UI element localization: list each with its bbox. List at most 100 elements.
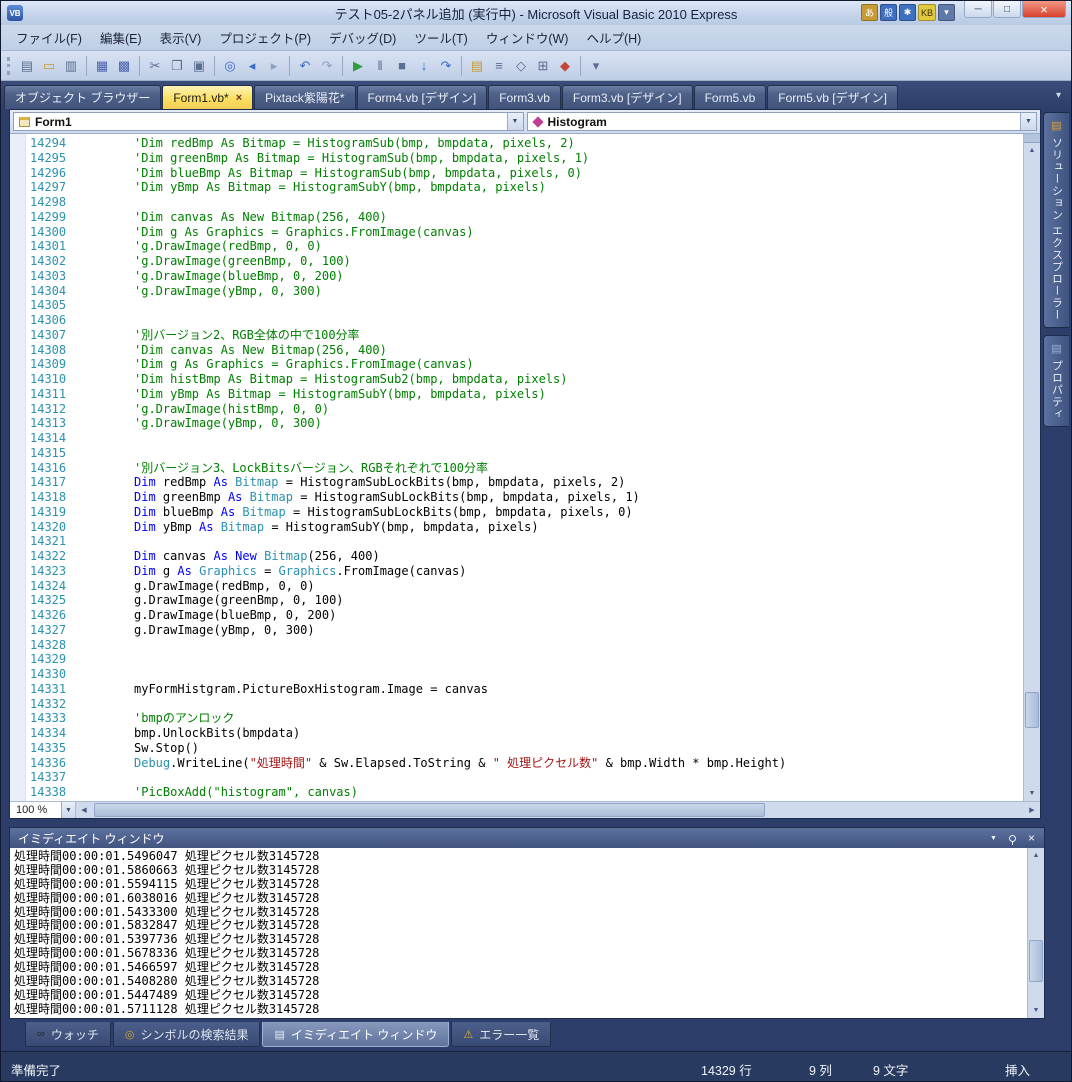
code-line[interactable]: Dim yBmp As Bitmap = HistogramSubY(bmp, … [134,520,1023,535]
object-browser-icon[interactable]: ◇ [510,55,532,77]
toolbar-grip[interactable] [7,56,10,75]
chevron-down-icon[interactable] [506,113,523,130]
document-tab[interactable]: Pixtack紫陽花* [254,85,356,109]
find-icon[interactable]: ◎ [219,55,241,77]
copy-icon[interactable]: ❐ [166,55,188,77]
document-tab[interactable]: Form4.vb [デザイン] [356,85,488,109]
pin-icon[interactable] [1004,831,1021,846]
code-line[interactable]: 'g.DrawImage(greenBmp, 0, 100) [134,254,1023,269]
scrollbar-track[interactable] [1028,863,1044,1003]
scrollbar-thumb[interactable] [94,803,766,817]
ime-tools-icon[interactable]: ✱ [898,4,916,21]
scroll-down-icon[interactable] [1028,1003,1044,1018]
scrollbar-track[interactable] [1024,158,1040,786]
code-line[interactable] [134,667,1023,682]
code-line[interactable]: 'bmpのアンロック [134,711,1023,726]
code-line[interactable]: Dim redBmp As Bitmap = HistogramSubLockB… [134,475,1023,490]
code-line[interactable]: 'Dim yBmp As Bitmap = HistogramSubY(bmp,… [134,387,1023,402]
code-line[interactable]: Sw.Stop() [134,741,1023,756]
save-icon[interactable]: ▦ [91,55,113,77]
new-project-icon[interactable]: ▤ [16,55,38,77]
code-line[interactable] [134,298,1023,313]
code-line[interactable]: g.DrawImage(yBmp, 0, 300) [134,623,1023,638]
code-line[interactable] [134,313,1023,328]
menu-item[interactable]: プロジェクト(P) [210,24,320,51]
scroll-right-icon[interactable] [1024,802,1040,818]
code-line[interactable]: Dim g As Graphics = Graphics.FromImage(c… [134,564,1023,579]
maximize-button[interactable]: □ [993,1,1021,18]
menu-item[interactable]: デバッグ(D) [320,24,405,51]
tool-tab-watch[interactable]: ∞ ウォッチ [25,1022,111,1047]
extensions-icon[interactable]: ◆ [554,55,576,77]
toolbox-icon[interactable]: ⊞ [532,55,554,77]
code-line[interactable]: g.DrawImage(redBmp, 0, 0) [134,579,1023,594]
ime-keyboard-icon[interactable]: KB [917,4,936,21]
editor-vertical-scrollbar[interactable] [1023,134,1040,801]
code-line[interactable]: 'Dim yBmp As Bitmap = HistogramSubY(bmp,… [134,180,1023,195]
stop-debug-icon[interactable]: ■ [391,55,413,77]
chevron-down-icon[interactable] [61,802,75,818]
code-line[interactable]: g.DrawImage(blueBmp, 0, 200) [134,608,1023,623]
menu-item[interactable]: 表示(V) [151,24,211,51]
tab-list-dropdown-icon[interactable]: ▾ [1056,90,1061,101]
break-all-icon[interactable]: ‖ [369,55,391,77]
code-line[interactable]: 'g.DrawImage(redBmp, 0, 0) [134,239,1023,254]
code-line[interactable]: '別バージョン3、LockBitsバージョン、RGBそれぞれで100分率 [134,461,1023,476]
ime-conversion-mode-icon[interactable]: 般 [879,4,897,21]
tool-tab-error-list[interactable]: ⚠ エラー一覧 [451,1022,552,1047]
code-line[interactable]: 'PicBoxAdd("histogram", canvas) [134,785,1023,800]
code-line[interactable]: 'Dim redBmp As Bitmap = HistogramSub(bmp… [134,136,1023,151]
breakpoint-margin[interactable] [10,134,26,801]
scrollbar-thumb[interactable] [1029,940,1043,982]
side-tab-solution-explorer[interactable]: ▤ ソリューション エクスプローラー [1043,112,1069,329]
menu-item[interactable]: ファイル(F) [7,24,91,51]
ime-options-icon[interactable]: ▾ [938,4,955,21]
code-line[interactable]: 'Dim g As Graphics = Graphics.FromImage(… [134,225,1023,240]
scroll-up-icon[interactable] [1024,143,1040,158]
code-line[interactable]: 'Dim canvas As New Bitmap(256, 400) [134,343,1023,358]
window-position-icon[interactable] [985,831,1002,846]
scroll-left-icon[interactable] [76,802,92,818]
menu-item[interactable]: ウィンドウ(W) [477,24,578,51]
tool-tab-immediate-window[interactable]: ▤ イミディエイト ウィンドウ [262,1022,450,1047]
code-line[interactable]: 'Dim histBmp As Bitmap = HistogramSub2(b… [134,372,1023,387]
code-line[interactable]: Dim greenBmp As Bitmap = HistogramSubLoc… [134,490,1023,505]
document-tab[interactable]: Form1.vb* × [162,85,254,109]
tool-tab-symbol-search-results[interactable]: ◎ シンボルの検索結果 [112,1022,261,1047]
code-line[interactable]: 'Dim g As Graphics = Graphics.FromImage(… [134,357,1023,372]
document-tab[interactable]: Form5.vb [693,85,767,109]
code-line[interactable] [134,534,1023,549]
chevron-down-icon[interactable] [1020,113,1036,130]
code-line[interactable] [134,446,1023,461]
open-file-icon[interactable]: ▭ [38,55,60,77]
close-icon[interactable] [1023,831,1040,846]
code-line[interactable] [134,638,1023,653]
code-line[interactable] [134,195,1023,210]
code-line[interactable]: 'g.DrawImage(yBmp, 0, 300) [134,284,1023,299]
menu-item[interactable]: 編集(E) [91,24,151,51]
minimize-button[interactable]: ─ [964,1,992,18]
side-tab-properties[interactable]: ▤ プロパティ [1043,335,1069,428]
navigate-back-icon[interactable]: ◂ [241,55,263,77]
code-area[interactable]: 'Dim redBmp As Bitmap = HistogramSub(bmp… [76,134,1023,801]
solution-explorer-icon[interactable]: ▤ [466,55,488,77]
immediate-vertical-scrollbar[interactable] [1027,848,1044,1018]
code-line[interactable] [134,431,1023,446]
code-line[interactable]: myFormHistgram.PictureBoxHistogram.Image… [134,682,1023,697]
code-line[interactable]: Debug.WriteLine("処理時間" & Sw.Elapsed.ToSt… [134,756,1023,771]
scroll-up-icon[interactable] [1028,848,1044,863]
title-bar[interactable]: VB テスト05-2パネル追加 (実行中) - Microsoft Visual… [1,1,1071,25]
menu-item[interactable]: ツール(T) [405,24,476,51]
code-line[interactable]: 'Dim greenBmp As Bitmap = HistogramSub(b… [134,151,1023,166]
code-line[interactable]: 'Dim blueBmp As Bitmap = HistogramSub(bm… [134,166,1023,181]
document-tab[interactable]: Form3.vb [デザイン] [561,85,693,109]
ime-input-mode-icon[interactable]: あ [860,4,878,21]
paste-icon[interactable]: ▣ [188,55,210,77]
code-line[interactable] [134,697,1023,712]
zoom-select[interactable]: 100 % [10,802,76,818]
add-item-icon[interactable]: ▥ [60,55,82,77]
document-tab[interactable]: Form3.vb [488,85,561,109]
step-into-icon[interactable]: ↓ [413,55,435,77]
properties-window-icon[interactable]: ≡ [488,55,510,77]
code-line[interactable]: Dim blueBmp As Bitmap = HistogramSubLock… [134,505,1023,520]
